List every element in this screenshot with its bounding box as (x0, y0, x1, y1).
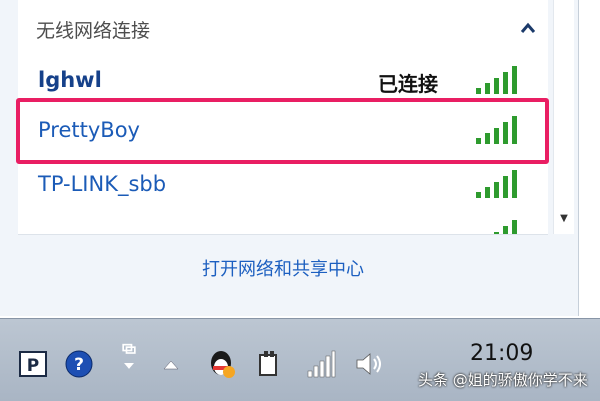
network-name: lghwl (38, 68, 102, 92)
safely-remove-hardware-icon[interactable] (254, 349, 284, 379)
clock[interactable]: 21:09 (470, 341, 533, 366)
svg-text:P: P (27, 356, 39, 376)
section-title: 无线网络连接 (36, 20, 151, 42)
input-method-icon[interactable]: P (18, 349, 48, 379)
volume-icon[interactable] (354, 349, 384, 379)
scrollbar[interactable]: ▼ (553, 0, 574, 234)
network-sharing-center-link[interactable]: 打开网络和共享中心 (18, 255, 548, 281)
network-name: TP-LINK_sbb (38, 172, 167, 196)
signal-strength-icon (476, 170, 517, 198)
signal-strength-icon (494, 220, 517, 234)
scroll-down-arrow[interactable]: ▼ (554, 213, 574, 224)
network-status: 已连接 (378, 72, 438, 96)
chevron-up-icon (520, 22, 536, 33)
taskbar: P ? 21:09 头条 @姐的骄傲你学不来 (0, 318, 600, 401)
help-icon[interactable]: ? (64, 349, 94, 379)
highlight-box (16, 98, 549, 164)
qq-icon[interactable] (206, 349, 236, 379)
svg-text:?: ? (74, 355, 84, 375)
divider (18, 234, 548, 235)
show-hidden-icons[interactable] (156, 349, 186, 379)
signal-strength-icon (476, 66, 517, 94)
watermark: 头条 @姐的骄傲你学不来 (418, 371, 588, 389)
collapse-button[interactable] (514, 14, 542, 42)
network-signal-icon[interactable] (306, 349, 336, 379)
network-adapter-icon[interactable] (114, 343, 144, 373)
network-row-tplink[interactable]: TP-LINK_sbb (18, 162, 548, 210)
wireless-network-popup: 无线网络连接 lghwl 已连接 PrettyBoy TP-LINK_sbb ▼… (0, 0, 579, 316)
network-row-partial[interactable] (18, 212, 548, 234)
